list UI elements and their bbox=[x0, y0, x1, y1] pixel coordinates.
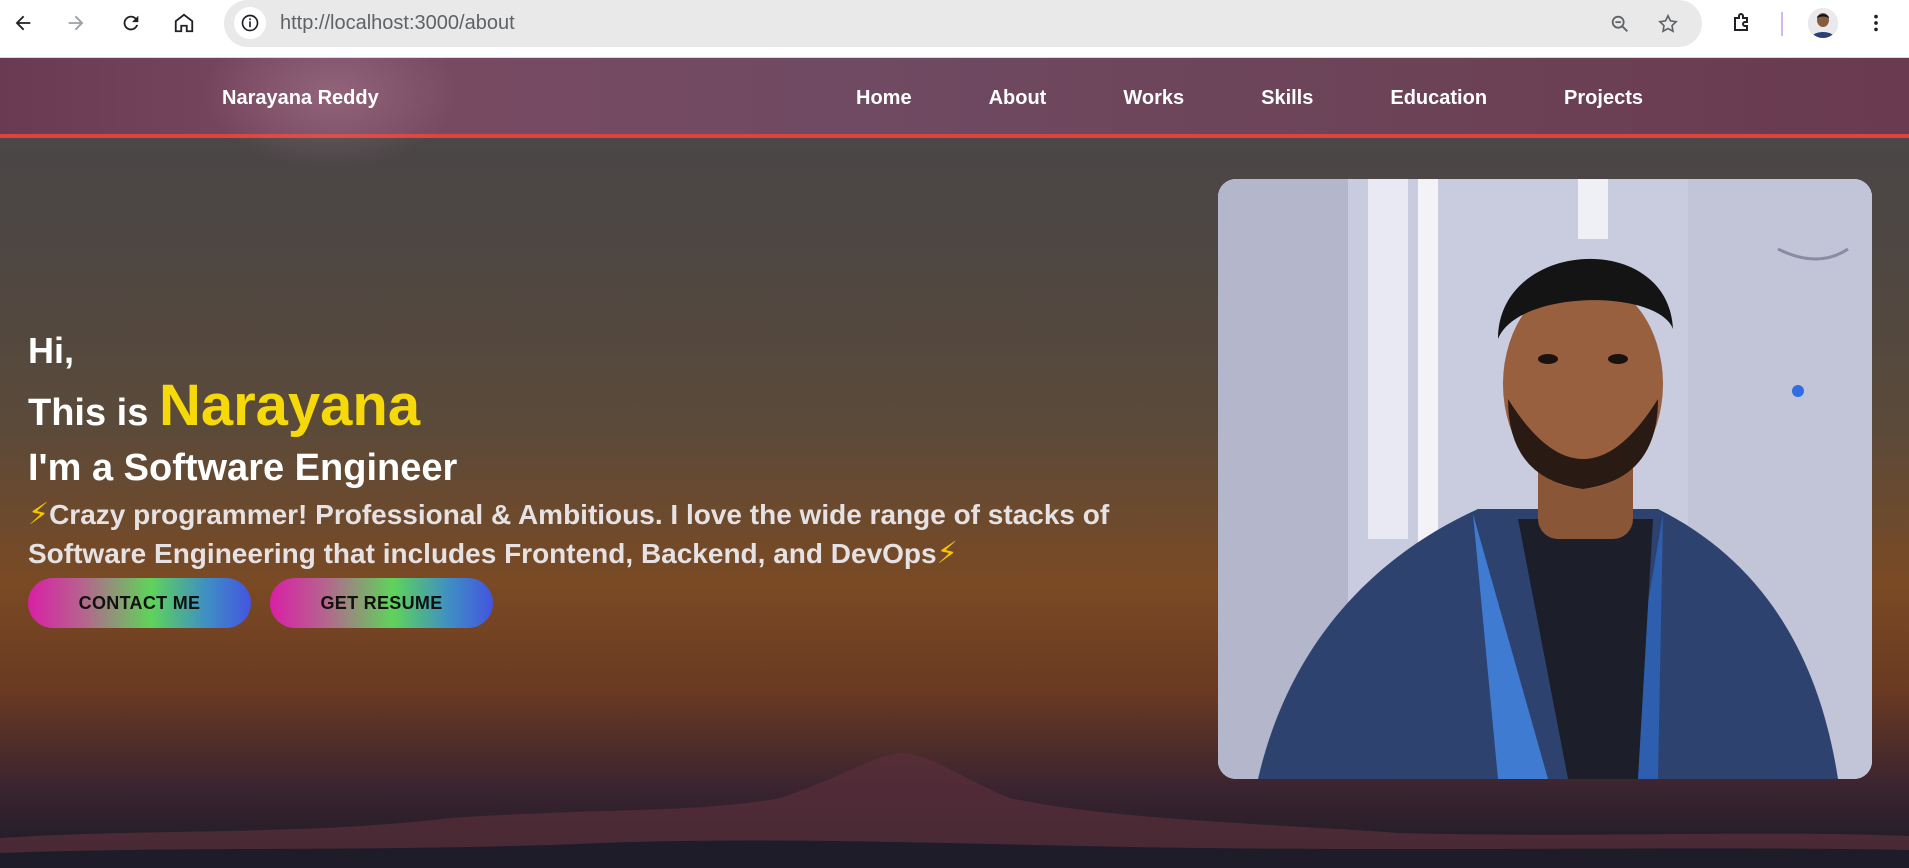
portrait-image bbox=[1218, 179, 1872, 779]
arrow-right-icon bbox=[68, 15, 84, 31]
bookmark-button[interactable] bbox=[1654, 10, 1682, 38]
nav-link-home[interactable]: Home bbox=[856, 87, 912, 110]
hero-description: ⚡Crazy programmer! Professional & Ambiti… bbox=[28, 495, 1188, 573]
navbar-glow bbox=[200, 58, 460, 168]
reload-icon bbox=[123, 15, 139, 31]
brand-logo-text[interactable]: Narayana Reddy bbox=[222, 87, 379, 110]
home-button[interactable] bbox=[170, 9, 198, 37]
get-resume-button[interactable]: GET RESUME bbox=[270, 578, 493, 628]
nav-links: Home About Works Skills Education Projec… bbox=[856, 87, 1720, 110]
nav-link-education[interactable]: Education bbox=[1390, 87, 1487, 110]
contact-me-button[interactable]: CONTACT ME bbox=[28, 578, 251, 628]
site-info-button[interactable] bbox=[234, 7, 266, 39]
back-button[interactable] bbox=[9, 9, 37, 37]
address-bar[interactable]: http://localhost:3000/about bbox=[224, 0, 1702, 47]
forward-button[interactable] bbox=[62, 9, 90, 37]
mountain-silhouette bbox=[0, 753, 1909, 868]
extensions-button[interactable] bbox=[1728, 9, 1756, 37]
kebab-menu-icon bbox=[1874, 14, 1878, 32]
site-navbar: Narayana Reddy Home About Works Skills E… bbox=[0, 58, 1909, 168]
greeting: Hi, bbox=[28, 330, 75, 371]
reload-button[interactable] bbox=[117, 9, 145, 37]
intro-line: This is Narayana bbox=[28, 374, 1208, 445]
lightning-icon: ⚡ bbox=[936, 537, 958, 570]
role-title: I'm a Software Engineer bbox=[28, 447, 458, 489]
hero-section: Hi, This is Narayana I'm a Software Engi… bbox=[28, 330, 1208, 573]
page-content: Narayana Reddy Home About Works Skills E… bbox=[0, 58, 1909, 868]
browser-toolbar: http://localhost:3000/about bbox=[0, 0, 1909, 58]
star-icon bbox=[1658, 13, 1678, 33]
profile-photo bbox=[1218, 179, 1872, 779]
nav-link-projects[interactable]: Projects bbox=[1564, 87, 1643, 110]
toolbar-separator bbox=[1781, 12, 1783, 36]
chrome-menu-button[interactable] bbox=[1862, 9, 1890, 37]
lightning-icon: ⚡ bbox=[28, 498, 50, 531]
hero-name: Narayana bbox=[158, 373, 421, 438]
home-icon bbox=[174, 13, 194, 33]
info-icon bbox=[241, 14, 259, 32]
url-text[interactable]: http://localhost:3000/about bbox=[280, 12, 515, 35]
zoom-out-icon bbox=[1611, 15, 1628, 32]
avatar-icon bbox=[1808, 8, 1838, 38]
nav-link-skills[interactable]: Skills bbox=[1261, 87, 1313, 110]
profile-avatar[interactable] bbox=[1808, 8, 1838, 38]
this-is-text: This is bbox=[28, 392, 149, 434]
hero-buttons: CONTACT ME GET RESUME bbox=[28, 578, 493, 628]
zoom-button[interactable] bbox=[1606, 10, 1634, 38]
arrow-left-icon bbox=[15, 15, 31, 31]
puzzle-icon bbox=[1734, 13, 1748, 31]
nav-link-about[interactable]: About bbox=[989, 87, 1047, 110]
nav-link-works[interactable]: Works bbox=[1123, 87, 1184, 110]
